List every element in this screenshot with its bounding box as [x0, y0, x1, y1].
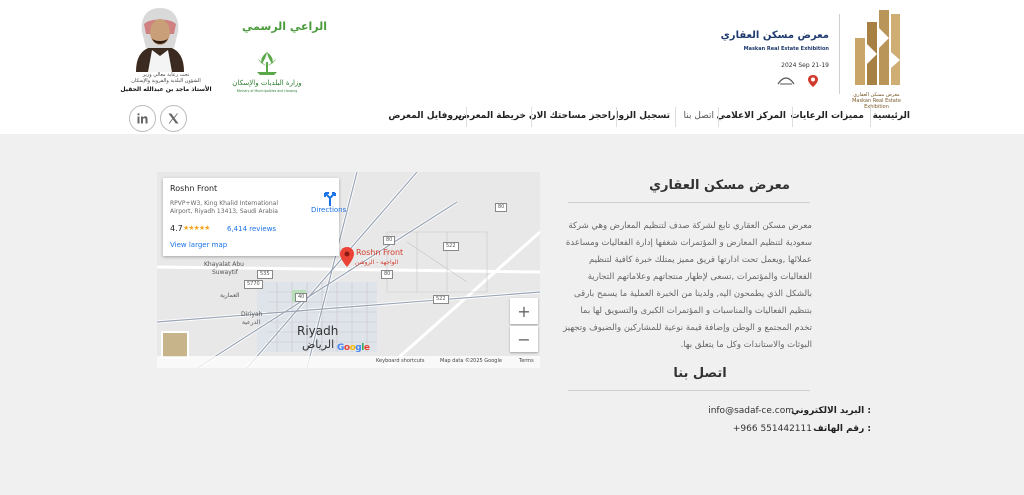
official-sponsor-label: الراعي الرسمي	[242, 20, 328, 33]
nav-separator	[675, 107, 676, 127]
minister-name: الأستاذ ماجد بن عبدالله الحقيل	[120, 86, 212, 93]
about-divider	[568, 202, 810, 203]
ministry-municipal-housing-logo: وزارة البلديات والإسكان Ministry of Muni…	[232, 52, 302, 93]
nav-home[interactable]: الرئيسية	[873, 111, 910, 121]
road-shield: 80	[383, 236, 396, 245]
nav-media-center[interactable]: المركز الاعلامي	[716, 111, 786, 121]
nav-exhibition-map[interactable]: خريطة المعرض	[458, 111, 526, 121]
nav-separator	[466, 107, 467, 127]
view-larger-map-link[interactable]: View larger map	[170, 241, 227, 249]
map-label-diriyah: Diriyah	[241, 311, 263, 318]
contact-title: اتصل بنا	[673, 366, 727, 381]
terms-link[interactable]: Terms	[519, 358, 534, 364]
road-shield: 80	[495, 203, 508, 212]
location-pin-icon	[808, 75, 818, 87]
masken-logo-icon[interactable]	[849, 8, 904, 90]
nav-sponsorship-features[interactable]: مميزات الرعايات	[790, 111, 864, 121]
map-label-riyadh: Riyadh	[297, 324, 339, 338]
exhibition-logo-block[interactable]: معرض مسكن العقاري Maskan Real Estate Exh…	[721, 8, 904, 110]
google-logo: Google	[337, 343, 370, 353]
keyboard-shortcuts-link[interactable]: Keyboard shortcuts	[376, 358, 424, 364]
road-shield: 535	[257, 270, 273, 279]
place-info-card: Roshn Front RPVP+W3, King Khalid Interna…	[163, 178, 346, 256]
linkedin-button[interactable]	[129, 105, 156, 132]
embedded-map[interactable]: 80 80 522 80 535 5770 40 522 Khayalat Ab…	[157, 172, 540, 368]
linkedin-icon	[137, 113, 148, 124]
map-pin-icon[interactable]	[340, 247, 354, 267]
email-value[interactable]: info@sadaf-ce.com	[708, 406, 794, 416]
nav-separator	[870, 107, 871, 127]
nav-separator	[616, 107, 617, 127]
site-header: معرض مسكن العقاري Maskan Real Estate Exh…	[0, 0, 1024, 134]
contact-divider	[568, 390, 810, 391]
x-button[interactable]	[160, 105, 187, 132]
reviews-link[interactable]: 6,414 reviews	[227, 225, 276, 233]
phone-value[interactable]: +966 551442111	[733, 424, 812, 434]
minister-caption-line2: الشؤون البلدية والقروية والإسكان	[131, 78, 201, 84]
nav-separator	[718, 107, 719, 127]
expo-title: معرض مسكن العقاري	[720, 30, 829, 41]
directions-icon[interactable]	[320, 188, 340, 208]
place-title: Roshn Front	[170, 184, 218, 193]
nav-exhibition-profile[interactable]: بروفايل المعرض	[388, 111, 462, 121]
x-icon	[168, 113, 179, 124]
map-layer-toggle[interactable]	[161, 331, 189, 359]
road-shield: 40	[295, 293, 308, 302]
venue-logo-icon	[777, 77, 795, 85]
minister-photo	[130, 4, 190, 72]
main-nav: الرئيسية مميزات الرعايات المركز الاعلامي…	[388, 103, 910, 131]
map-label-riyadh-ar: الرياض	[302, 338, 335, 351]
logo-divider	[839, 14, 840, 94]
nav-visitor-registration[interactable]: تسجيل الزوار	[610, 111, 670, 121]
ministry-name-en: Ministry of Municipalities and Housing	[237, 89, 298, 93]
road-shield: 80	[381, 270, 394, 279]
nav-separator	[792, 107, 793, 127]
map-footer: Keyboard shortcuts Map data ©2025 Google…	[157, 356, 540, 368]
map-data-attribution: Map data ©2025 Google	[440, 358, 502, 364]
map-pin-label-ar: الواجهة - الروشن	[355, 259, 399, 266]
place-rating: 4.7	[170, 224, 183, 233]
place-address: RPVP+W3, King Khalid International Airpo…	[170, 200, 278, 215]
about-body: معرض مسكن العقاري تابع لشركة صدف لتنظيم …	[563, 221, 812, 350]
expo-date: 2024 Sep 21-19	[781, 62, 829, 69]
nav-contact[interactable]: اتصل بنا	[684, 111, 714, 121]
map-label-ammariyah: العمارية	[220, 292, 240, 299]
map-label-khayalat: Khayalat Abu	[204, 261, 244, 268]
email-label: البريد الالكتروني :	[791, 406, 871, 416]
zoom-out-button[interactable]: −	[510, 326, 538, 352]
map-label-diriyah-ar: الدرعية	[242, 319, 261, 326]
rating-stars: ★★★★★	[183, 224, 210, 232]
minister-caption: تحت رعاية معالي وزير الشؤون البلدية والق…	[120, 72, 212, 84]
map-pin-label: Roshn Front	[356, 248, 404, 257]
nav-separator	[531, 107, 532, 127]
ministry-name-ar: وزارة البلديات والإسكان	[232, 79, 301, 87]
directions-link[interactable]: Directions	[311, 206, 346, 214]
expo-subtitle: Maskan Real Estate Exhibition	[743, 46, 829, 52]
about-title: معرض مسكن العقاري	[649, 178, 790, 193]
zoom-in-button[interactable]: +	[510, 298, 538, 324]
road-shield: 522	[443, 242, 459, 251]
nav-book-space[interactable]: احجز مساحتك الان	[529, 111, 611, 121]
map-label-suwaytif: Suwaytif	[212, 269, 238, 276]
road-shield: 5770	[244, 280, 263, 289]
road-shield: 522	[433, 295, 449, 304]
phone-label: رقم الهاتف :	[813, 424, 871, 434]
